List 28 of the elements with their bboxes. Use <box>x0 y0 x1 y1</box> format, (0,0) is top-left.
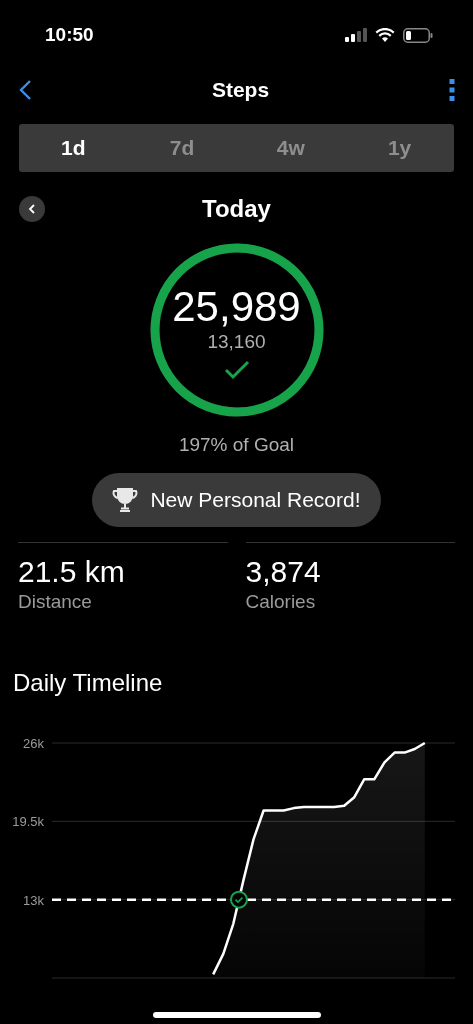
period-tab[interactable]: 7d <box>127 124 237 172</box>
stat-label: Distance <box>18 589 93 614</box>
goal-count: 13,160 <box>207 330 266 354</box>
section-title: Daily Timeline <box>12 667 164 698</box>
period-title: Today <box>202 194 271 224</box>
y-tick-label: 26k <box>23 735 44 751</box>
chevron-left-icon <box>28 203 36 215</box>
steps-count: 25,989 <box>172 284 301 330</box>
previous-day-button[interactable] <box>19 196 45 222</box>
period-tab[interactable]: 1y <box>345 124 454 172</box>
personal-record-badge[interactable]: New Personal Record! <box>92 472 381 527</box>
stat-value: 21.5 km <box>18 554 126 589</box>
back-icon <box>18 79 32 101</box>
page-title: Steps <box>211 77 270 104</box>
y-tick-label: 19.5k <box>12 813 44 829</box>
y-tick-label: 13k <box>23 892 44 908</box>
battery-icon <box>403 27 433 43</box>
wifi-icon <box>375 28 395 42</box>
stat-value: 3,874 <box>245 554 322 589</box>
stat-label: Calories <box>245 589 317 614</box>
status-time: 10:50 <box>45 22 94 47</box>
period-tab[interactable]: 4w <box>236 124 346 172</box>
goal-check-icon <box>229 890 248 909</box>
signal-icon <box>345 28 367 42</box>
period-tab[interactable]: 1d <box>19 124 128 172</box>
trophy-icon <box>112 486 139 513</box>
goal-percentage: 197% of Goal <box>178 433 295 457</box>
more-icon <box>449 79 455 101</box>
